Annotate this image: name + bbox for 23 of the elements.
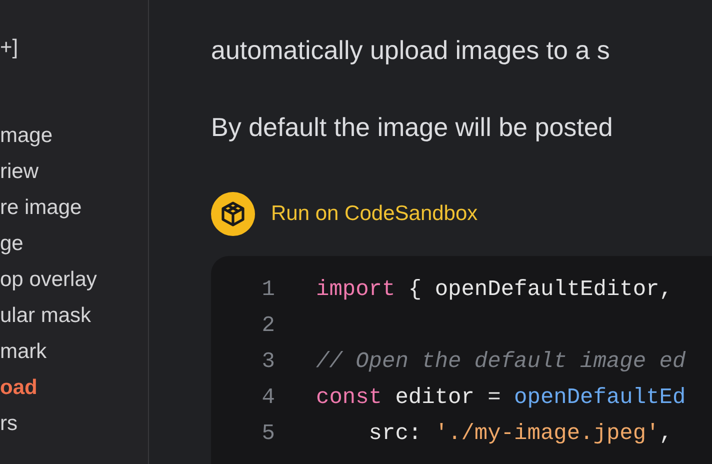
sidebar-item[interactable]: mark xyxy=(0,334,148,370)
code-line: // Open the default image ed xyxy=(316,348,686,376)
line-number: 2 xyxy=(260,312,275,340)
line-number: 5 xyxy=(260,420,275,448)
sidebar-item[interactable]: mage xyxy=(0,118,148,154)
sidebar-item[interactable]: oad xyxy=(0,370,148,406)
line-number: 3 xyxy=(260,348,275,376)
code-line: import { openDefaultEditor, xyxy=(316,276,672,304)
cube-icon xyxy=(211,192,255,236)
sidebar-item[interactable]: riew xyxy=(0,154,148,190)
sidebar-item[interactable]: re image xyxy=(0,190,148,226)
line-number: 4 xyxy=(260,384,275,412)
sidebar-item[interactable]: ge xyxy=(0,226,148,262)
sidebar-item[interactable]: ular mask xyxy=(0,298,148,334)
sidebar-item[interactable]: rs xyxy=(0,406,148,442)
paragraph: By default the image will be posted xyxy=(211,111,614,144)
sidebar-item[interactable]: op overlay xyxy=(0,262,148,298)
run-on-codesandbox-link[interactable]: Run on CodeSandbox xyxy=(211,192,478,236)
code-line: src: './my-image.jpeg', xyxy=(368,420,672,448)
paragraph: automatically upload images to a s xyxy=(211,34,611,67)
sidebar-text: +] xyxy=(0,35,20,61)
line-number: 1 xyxy=(260,276,275,304)
code-line: const editor = openDefaultEd xyxy=(316,384,686,412)
